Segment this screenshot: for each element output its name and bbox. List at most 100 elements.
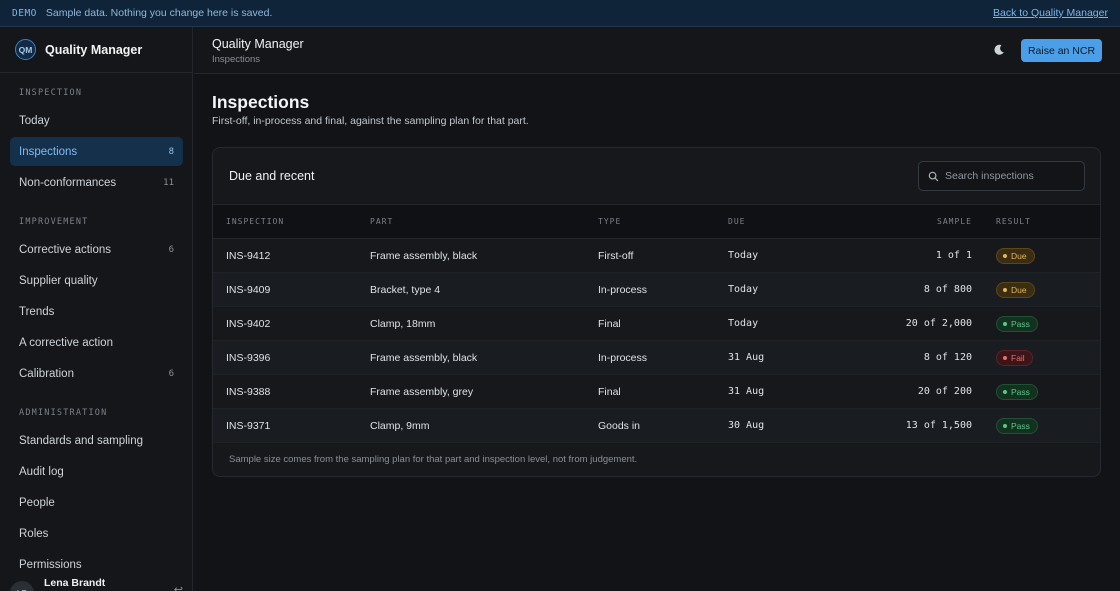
inspections-card: Due and recent INSPECTION PART TYPE DUE … [212,147,1101,477]
status-badge: Pass [996,384,1038,400]
inspection-type: In-process [598,284,648,296]
sidebar-item-audit-log[interactable]: Audit log [10,457,183,486]
sidebar-item-count: 6 [168,368,174,379]
part-name: Clamp, 18mm [370,318,436,330]
user-profile[interactable]: LB Lena Brandt ↩ [0,571,192,591]
moon-icon[interactable] [992,43,1006,57]
column-header-part[interactable]: PART [370,217,393,226]
avatar: LB [10,581,34,591]
sidebar-item-label: Supplier quality [19,274,98,287]
table-row[interactable]: INS-9371 Clamp, 9mm Goods in 30 Aug 13 o… [213,409,1100,443]
sample-size: 13 of 1,500 [905,420,972,431]
inspection-type: In-process [598,352,648,364]
sidebar-item-trends[interactable]: Trends [10,297,183,326]
sidebar-item-count: 11 [163,177,174,188]
inspection-id[interactable]: INS-9412 [226,250,270,262]
demo-message: Sample data. Nothing you change here is … [45,7,273,19]
status-badge: Due [996,282,1035,298]
status-dot [1003,288,1007,292]
column-header-result[interactable]: RESULT [996,217,1031,226]
inspection-type: Final [598,318,621,330]
sidebar-item-a-corrective-action[interactable]: A corrective action [10,328,183,357]
sidebar-item-inspections[interactable]: Inspections 8 [10,137,183,166]
sidebar-item-label: A corrective action [19,336,113,349]
part-name: Frame assembly, grey [370,386,474,398]
due-date: Today [728,318,759,329]
part-name: Clamp, 9mm [370,420,430,432]
sidebar-item-label: Trends [19,305,55,318]
table-row[interactable]: INS-9409 Bracket, type 4 In-process Toda… [213,273,1100,307]
sidebar-item-label: Today [19,114,50,127]
sidebar-item-label: Inspections [19,145,78,158]
sidebar-item-today[interactable]: Today [10,106,183,135]
inspection-type: First-off [598,250,634,262]
status-label: Pass [1011,319,1030,329]
sidebar-item-standards-and-sampling[interactable]: Standards and sampling [10,426,183,455]
page-subtitle: First-off, in-process and final, against… [212,115,529,127]
due-date: Today [728,284,759,295]
status-label: Due [1011,251,1027,261]
inspection-id[interactable]: INS-9402 [226,318,270,330]
card-title: Due and recent [229,169,315,183]
table-header: INSPECTION PART TYPE DUE SAMPLE RESULT [213,204,1100,239]
status-label: Pass [1011,421,1030,431]
status-badge: Pass [996,418,1038,434]
due-date: 31 Aug [728,386,765,397]
status-dot [1003,254,1007,258]
inspection-id[interactable]: INS-9371 [226,420,270,432]
section-title-improvement: IMPROVEMENT [19,217,89,227]
status-badge: Pass [996,316,1038,332]
sidebar-item-people[interactable]: People [10,488,183,517]
sidebar-item-label: Non-conformances [19,176,117,189]
part-name: Frame assembly, black [370,352,478,364]
due-date: Today [728,250,759,261]
sidebar: QM Quality Manager INSPECTION Today Insp… [0,27,193,591]
brand[interactable]: QM Quality Manager [0,27,192,73]
top-header: Quality Manager Inspections Raise an NCR [194,27,1120,74]
inspection-id[interactable]: INS-9388 [226,386,270,398]
sidebar-item-corrective-actions[interactable]: Corrective actions 6 [10,235,183,264]
column-header-sample[interactable]: SAMPLE [937,217,972,226]
sign-out-icon[interactable]: ↩ [174,583,183,591]
table-row[interactable]: INS-9402 Clamp, 18mm Final Today 20 of 2… [213,307,1100,341]
demo-banner: DEMO Sample data. Nothing you change her… [0,0,1120,27]
raise-ncr-button[interactable]: Raise an NCR [1021,39,1102,62]
column-header-inspection[interactable]: INSPECTION [226,217,284,226]
status-label: Due [1011,285,1027,295]
status-dot [1003,322,1007,326]
sample-size: 1 of 1 [935,250,972,261]
table-row[interactable]: INS-9388 Frame assembly, grey Final 31 A… [213,375,1100,409]
sidebar-item-label: Roles [19,527,49,540]
sidebar-item-label: Permissions [19,558,82,571]
back-link[interactable]: Back to Quality Manager [993,7,1108,19]
sidebar-item-calibration[interactable]: Calibration 6 [10,359,183,388]
search-box[interactable] [918,161,1085,191]
search-icon [928,171,939,181]
part-name: Frame assembly, black [370,250,478,262]
demo-tag: DEMO [12,7,37,19]
sidebar-item-label: People [19,496,55,509]
sidebar-item-label: Corrective actions [19,243,112,256]
breadcrumb[interactable]: Inspections [212,54,260,65]
table-row[interactable]: INS-9412 Frame assembly, black First-off… [213,239,1100,273]
column-header-due[interactable]: DUE [728,217,745,226]
app-logo: QM [15,39,36,60]
inspection-id[interactable]: INS-9409 [226,284,270,296]
status-dot [1003,424,1007,428]
part-name: Bracket, type 4 [370,284,441,296]
app-name: Quality Manager [45,42,143,57]
search-input[interactable] [945,170,1080,182]
inspection-id[interactable]: INS-9396 [226,352,270,364]
sidebar-item-label: Calibration [19,367,74,380]
sample-size: 8 of 800 [923,284,972,295]
column-header-type[interactable]: TYPE [598,217,621,226]
sidebar-item-label: Audit log [19,465,64,478]
sample-size: 20 of 2,000 [905,318,972,329]
status-dot [1003,390,1007,394]
sidebar-item-label: Standards and sampling [19,434,144,447]
table-row[interactable]: INS-9396 Frame assembly, black In-proces… [213,341,1100,375]
status-badge: Fail [996,350,1033,366]
sidebar-item-roles[interactable]: Roles [10,519,183,548]
sidebar-item-supplier-quality[interactable]: Supplier quality [10,266,183,295]
sidebar-item-non-conformances[interactable]: Non-conformances 11 [10,168,183,197]
